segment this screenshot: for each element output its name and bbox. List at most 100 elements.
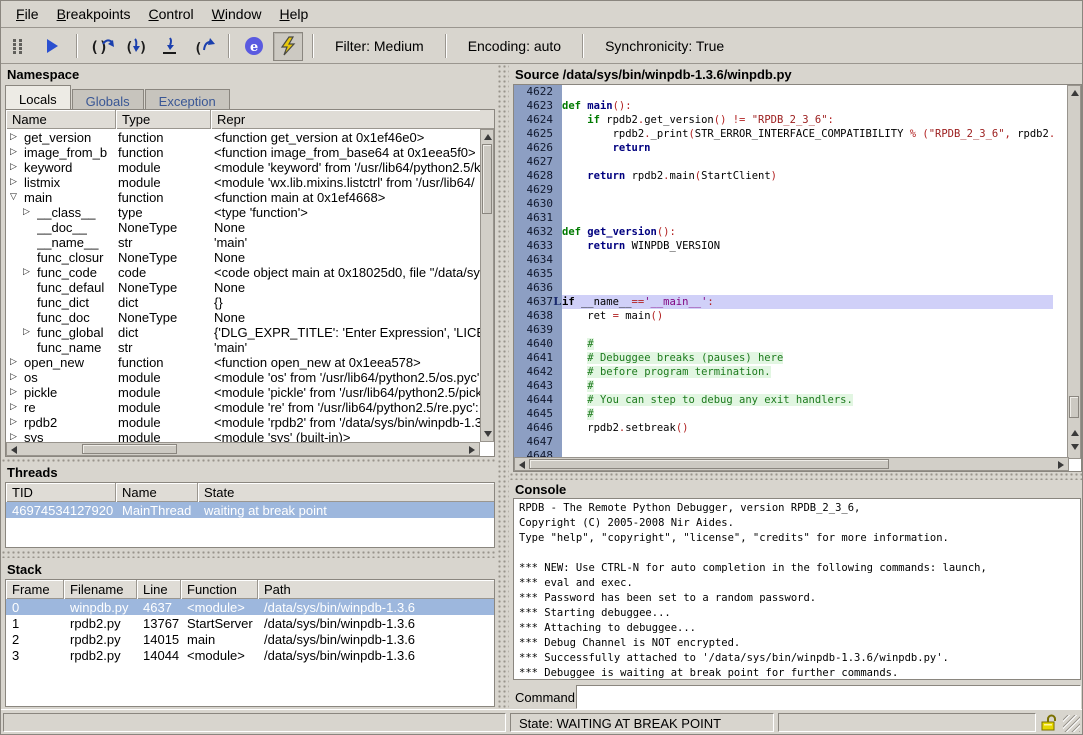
column-header-name[interactable]: Name (6, 110, 116, 129)
expand-icon[interactable]: ▷ (10, 416, 17, 427)
expand-icon[interactable]: ▷ (10, 431, 17, 442)
column-header-frame[interactable]: Frame (6, 580, 64, 599)
command-input[interactable] (576, 685, 1081, 709)
namespace-row[interactable]: ▽mainfunction<function main at 0x1ef4668… (6, 189, 480, 204)
stack-frame-row[interactable]: 2rpdb2.py14015main/data/sys/bin/winpdb-1… (6, 631, 494, 647)
namespace-row[interactable]: func_dictdict{} (6, 294, 480, 309)
scrollbar-thumb[interactable] (1069, 396, 1079, 418)
namespace-row[interactable]: ▷__class__type<type 'function'> (6, 204, 480, 219)
menu-item-control[interactable]: Control (140, 2, 203, 26)
namespace-hscrollbar[interactable] (6, 442, 480, 456)
tab-exception[interactable]: Exception (145, 89, 230, 109)
menu-item-file[interactable]: File (7, 2, 48, 26)
expand-icon[interactable]: ▷ (10, 146, 17, 157)
namespace-row[interactable]: ▷func_globaldict{'DLG_EXPR_TITLE': 'Ente… (6, 324, 480, 339)
namespace-row[interactable]: func_defaulNoneTypeNone (6, 279, 480, 294)
namespace-row[interactable]: ▷get_versionfunction<function get_versio… (6, 129, 480, 144)
column-header-type[interactable]: Type (116, 110, 211, 129)
namespace-row[interactable]: func_docNoneTypeNone (6, 309, 480, 324)
source-console-sash[interactable] (509, 472, 1083, 480)
scroll-down-arrow[interactable] (484, 431, 492, 437)
namespace-row[interactable]: func_namestr'main' (6, 339, 480, 354)
scroll-right-arrow[interactable] (469, 446, 475, 454)
collapse-icon[interactable]: ▽ (10, 191, 17, 202)
break-button[interactable] (3, 32, 33, 61)
scroll-up-arrow[interactable] (1071, 430, 1079, 436)
column-header-line[interactable]: Line (137, 580, 181, 599)
source-vscrollbar[interactable] (1067, 85, 1081, 459)
expand-icon[interactable]: ▷ (10, 356, 17, 367)
namespace-row[interactable]: __name__str'main' (6, 234, 480, 249)
namespace-vscrollbar[interactable] (480, 129, 494, 442)
expand-icon[interactable]: ▷ (10, 371, 17, 382)
expand-icon[interactable]: ▷ (10, 131, 17, 142)
namespace-threads-sash[interactable] (1, 458, 497, 464)
step-into-button[interactable]: ( ) (121, 32, 151, 61)
menu-item-help[interactable]: Help (270, 2, 317, 26)
column-header-tid[interactable]: TID (6, 483, 116, 502)
scrollbar-thumb[interactable] (529, 459, 889, 469)
scroll-right-arrow[interactable] (1058, 461, 1064, 469)
encryption-lock-icon (1040, 714, 1059, 735)
menu-item-window[interactable]: Window (203, 2, 271, 26)
goto-button[interactable]: ( (189, 32, 219, 61)
tab-locals[interactable]: Locals (5, 85, 71, 109)
main-vertical-sash[interactable] (497, 64, 509, 711)
namespace-row[interactable]: __doc__NoneTypeNone (6, 219, 480, 234)
cell: {} (214, 295, 480, 310)
cell: keyword (24, 160, 116, 175)
source-editor[interactable]: 4622462346244625462646274628462946304631… (513, 84, 1082, 472)
go-button[interactable] (37, 32, 67, 61)
column-header-function[interactable]: Function (181, 580, 258, 599)
stack-frame-row[interactable]: 0winpdb.py4637<module>/data/sys/bin/winp… (6, 599, 494, 615)
expand-icon[interactable]: ▷ (10, 386, 17, 397)
namespace-row[interactable]: ▷rpdb2module<module 'rpdb2' from '/data/… (6, 414, 480, 429)
scroll-up-arrow[interactable] (1071, 90, 1079, 96)
column-header-path[interactable]: Path (258, 580, 494, 599)
thread-row[interactable]: 46974534127920MainThreadwaiting at break… (6, 502, 494, 518)
break-icon (11, 38, 25, 54)
namespace-row[interactable]: ▷open_newfunction<function open_new at 0… (6, 354, 480, 369)
column-header-name[interactable]: Name (116, 483, 198, 502)
namespace-row[interactable]: ▷remodule<module 're' from '/usr/lib64/p… (6, 399, 480, 414)
column-header-state[interactable]: State (198, 483, 494, 502)
expand-icon[interactable]: ▷ (10, 176, 17, 187)
synchronicity-button[interactable] (273, 32, 303, 61)
column-header-repr[interactable]: Repr (211, 110, 480, 129)
resize-grip[interactable] (1063, 715, 1080, 732)
namespace-row[interactable]: func_closurNoneTypeNone (6, 249, 480, 264)
namespace-row[interactable]: ▷picklemodule<module 'pickle' from '/usr… (6, 384, 480, 399)
expand-icon[interactable]: ▷ (10, 161, 17, 172)
namespace-row[interactable]: ▷listmixmodule<module 'wx.lib.mixins.lis… (6, 174, 480, 189)
scrollbar-thumb[interactable] (482, 144, 492, 214)
console-line: RPDB - The Remote Python Debugger, versi… (519, 501, 1075, 516)
source-hscrollbar[interactable] (514, 457, 1069, 471)
namespace-row[interactable]: ▷keywordmodule<module 'keyword' from '/u… (6, 159, 480, 174)
column-header-filename[interactable]: Filename (64, 580, 137, 599)
namespace-row[interactable]: ▷sysmodule<module 'sys' (built-in)> (6, 429, 480, 442)
namespace-row[interactable]: ▷osmodule<module 'os' from '/usr/lib64/p… (6, 369, 480, 384)
cell: NoneType (118, 280, 210, 295)
expand-icon[interactable]: ▷ (23, 266, 30, 277)
scroll-left-arrow[interactable] (519, 461, 525, 469)
namespace-row[interactable]: ▷image_from_bfunction<function image_fro… (6, 144, 480, 159)
line-number: 4629 (514, 183, 562, 197)
next-button[interactable] (155, 32, 185, 61)
step-over-button[interactable]: () (87, 32, 117, 61)
scroll-up-arrow[interactable] (484, 134, 492, 140)
menu-item-breakpoints[interactable]: Breakpoints (48, 2, 140, 26)
threads-stack-sash[interactable] (1, 550, 497, 558)
cell: rpdb2 (24, 415, 116, 430)
expand-icon[interactable]: ▷ (23, 206, 30, 217)
expand-icon[interactable]: ▷ (10, 401, 17, 412)
scrollbar-thumb[interactable] (82, 444, 177, 454)
tab-globals[interactable]: Globals (72, 89, 144, 109)
scroll-down-arrow[interactable] (1071, 444, 1079, 450)
namespace-row[interactable]: ▷func_codecode<code object main at 0x180… (6, 264, 480, 279)
scroll-left-arrow[interactable] (11, 446, 17, 454)
cell: rpdb2.py (70, 632, 137, 647)
expand-icon[interactable]: ▷ (23, 326, 30, 337)
encoding-button[interactable]: e (239, 32, 269, 61)
stack-frame-row[interactable]: 1rpdb2.py13767StartServer/data/sys/bin/w… (6, 615, 494, 631)
stack-frame-row[interactable]: 3rpdb2.py14044<module>/data/sys/bin/winp… (6, 647, 494, 663)
